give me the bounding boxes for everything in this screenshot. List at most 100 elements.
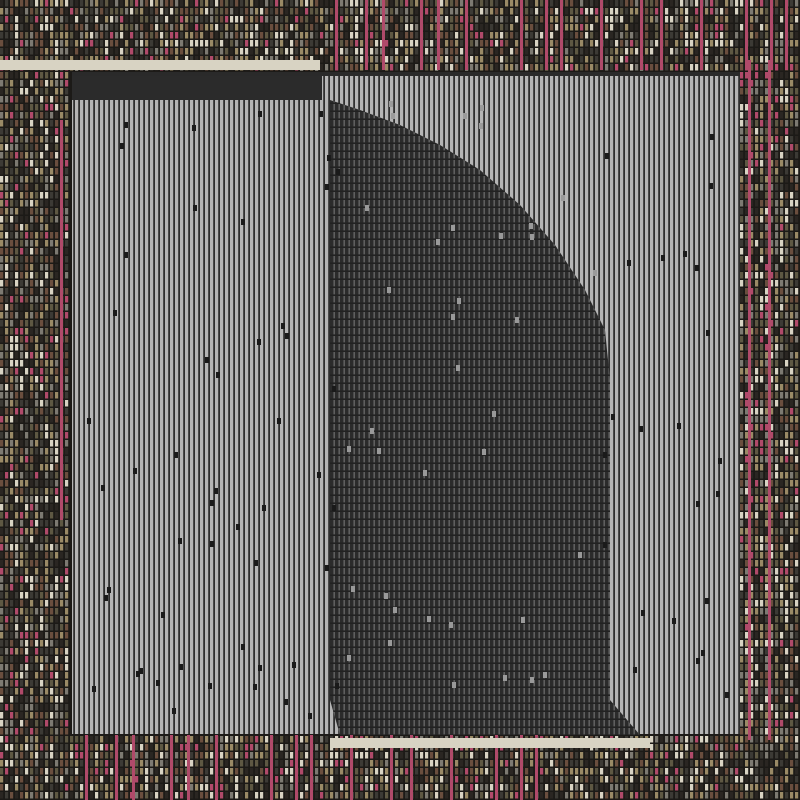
frame-cell: [795, 256, 799, 263]
frame-cell: [645, 792, 649, 799]
frame-cell: [445, 752, 449, 759]
frame-cell: [75, 8, 79, 15]
frame-cell: [765, 528, 769, 535]
frame-cell: [50, 120, 54, 127]
frame-cell: [25, 600, 29, 607]
frame-cell: [745, 600, 749, 607]
frame-cell: [35, 408, 39, 415]
frame-cell: [5, 736, 9, 743]
frame-cell: [10, 88, 14, 95]
frame-cell: [65, 640, 69, 647]
frame-cell: [375, 752, 379, 759]
frame-cell: [230, 24, 234, 31]
frame-cell: [790, 128, 794, 135]
frame-cell: [635, 760, 639, 767]
speckle: [452, 682, 456, 688]
frame-cell: [505, 0, 509, 7]
frame-pink-stripe: [382, 0, 385, 70]
frame-cell: [15, 696, 19, 703]
frame-cell: [300, 32, 304, 39]
frame-cell: [35, 528, 39, 535]
frame-cell: [0, 336, 4, 343]
frame-cell: [430, 776, 434, 783]
frame-cell: [15, 432, 19, 439]
frame-cell: [190, 0, 194, 7]
frame-cell: [40, 336, 44, 343]
frame-cell: [790, 672, 794, 679]
frame-cell: [45, 200, 49, 207]
frame-cell: [30, 632, 34, 639]
frame-cell: [100, 760, 104, 767]
frame-cell: [30, 576, 34, 583]
frame-cell: [595, 784, 599, 791]
frame-cell: [790, 96, 794, 103]
frame-cell: [115, 48, 119, 55]
frame-cell: [775, 80, 779, 87]
frame-cell: [690, 16, 694, 23]
frame-cell: [790, 336, 794, 343]
frame-cell: [785, 736, 789, 743]
frame-cell: [235, 744, 239, 751]
frame-cell: [55, 168, 59, 175]
frame-cell: [790, 656, 794, 663]
frame-cell: [290, 752, 294, 759]
frame-cell: [765, 304, 769, 311]
frame-cell: [765, 512, 769, 519]
frame-cell: [35, 680, 39, 687]
speckle: [193, 205, 197, 211]
frame-cell: [795, 416, 799, 423]
frame-cell: [755, 736, 759, 743]
frame-cell: [370, 752, 374, 759]
frame-cell: [370, 760, 374, 767]
frame-cell: [30, 624, 34, 631]
speckle: [210, 541, 214, 547]
frame-cell: [680, 744, 684, 751]
frame-cell: [205, 32, 209, 39]
frame-cell: [655, 736, 659, 743]
frame-cell: [45, 360, 49, 367]
frame-cell: [20, 624, 24, 631]
frame-cell: [50, 576, 54, 583]
frame-cell: [740, 184, 744, 191]
frame-cell: [575, 0, 579, 7]
frame-cell: [385, 752, 389, 759]
frame-cell: [505, 8, 509, 15]
frame-cell: [55, 512, 59, 519]
frame-cell: [40, 440, 44, 447]
frame-cell: [55, 136, 59, 143]
frame-cell: [760, 32, 764, 39]
frame-cell: [415, 768, 419, 775]
frame-cell: [655, 792, 659, 799]
frame-cell: [315, 16, 319, 23]
frame-cell: [670, 744, 674, 751]
frame-cell: [765, 392, 769, 399]
frame-cell: [715, 784, 719, 791]
frame-cell: [775, 200, 779, 207]
frame-cell: [795, 752, 799, 759]
frame-cell: [85, 16, 89, 23]
frame-cell: [0, 304, 4, 311]
frame-cell: [760, 416, 764, 423]
frame-cell: [15, 744, 19, 751]
frame-cell: [210, 32, 214, 39]
frame-cell: [0, 472, 4, 479]
frame-cell: [730, 744, 734, 751]
frame-cell: [280, 744, 284, 751]
frame-cell: [95, 776, 99, 783]
frame-cell: [0, 792, 4, 799]
frame-cell: [25, 16, 29, 23]
frame-cell: [75, 768, 79, 775]
frame-cell: [745, 136, 749, 143]
frame-cell: [780, 544, 784, 551]
frame-cell: [465, 760, 469, 767]
frame-cell: [0, 192, 4, 199]
frame-cell: [0, 432, 4, 439]
frame-cell: [25, 280, 29, 287]
frame-cell: [605, 40, 609, 47]
frame-cell: [60, 616, 64, 623]
frame-cell: [355, 760, 359, 767]
frame-cell: [760, 296, 764, 303]
frame-cell: [710, 752, 714, 759]
frame-cell: [145, 792, 149, 799]
frame-cell: [530, 0, 534, 7]
